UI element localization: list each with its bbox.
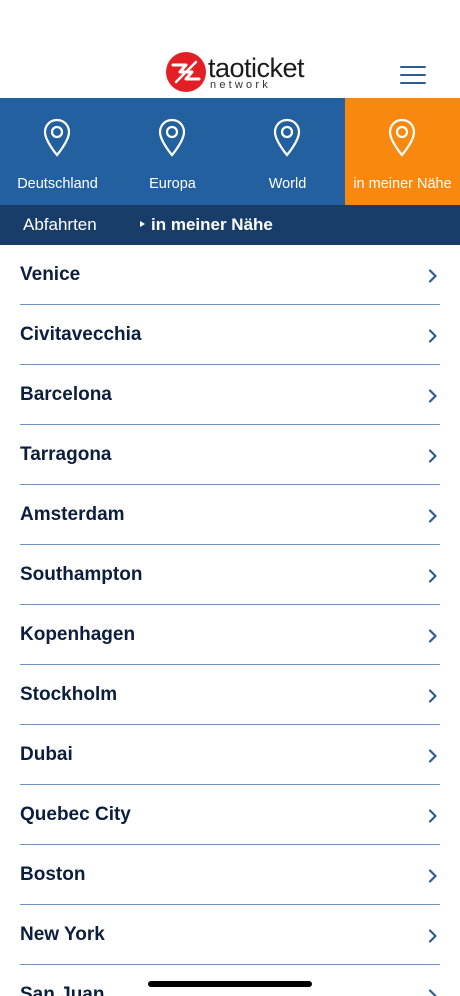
city-name: New York (20, 924, 105, 945)
list-item[interactable]: Kopenhagen (20, 605, 440, 665)
chevron-right-icon (428, 329, 437, 343)
tab-label: Europa (149, 176, 196, 192)
city-name: Boston (20, 864, 86, 885)
city-name: Venice (20, 264, 81, 285)
city-name: San Juan (20, 984, 105, 996)
city-name: Tarragona (20, 444, 112, 465)
city-name: Barcelona (20, 384, 112, 405)
chevron-right-icon (428, 689, 437, 703)
tab-europa[interactable]: Europa (115, 98, 230, 205)
logo-mark (166, 52, 206, 92)
tab-label: World (268, 176, 307, 192)
location-pin-icon (273, 118, 301, 157)
taoticket-logo[interactable]: taoticket network (166, 52, 305, 94)
breadcrumb-separator-icon (140, 221, 145, 227)
location-pin-icon (158, 118, 186, 157)
list-item[interactable]: Southampton (20, 545, 440, 605)
chevron-right-icon (428, 809, 437, 823)
chevron-right-icon (428, 869, 437, 883)
logo-wordmark: taoticket (208, 53, 305, 83)
chevron-right-icon (428, 749, 437, 763)
city-name: Amsterdam (20, 504, 125, 525)
city-name: Southampton (20, 564, 143, 585)
city-name: Quebec City (20, 804, 131, 825)
hamburger-menu-icon[interactable] (398, 64, 428, 86)
city-name: Kopenhagen (20, 624, 136, 645)
chevron-right-icon (428, 929, 437, 943)
list-item[interactable]: Civitavecchia (20, 305, 440, 365)
list-item[interactable]: Boston (20, 845, 440, 905)
list-item[interactable]: Tarragona (20, 425, 440, 485)
city-name: Civitavecchia (20, 324, 142, 345)
chevron-right-icon (428, 989, 437, 996)
chevron-right-icon (428, 389, 437, 403)
tab-label: in meiner Nähe (353, 176, 452, 192)
logo-subtitle: network (210, 79, 271, 91)
list-item[interactable]: New York (20, 905, 440, 965)
tab-deutschland[interactable]: Deutschland (0, 98, 115, 205)
app-header: taoticket network (0, 0, 460, 98)
chevron-right-icon (428, 629, 437, 643)
breadcrumb-home-link[interactable]: Abfahrten (23, 215, 97, 235)
chevron-right-icon (428, 449, 437, 463)
chevron-right-icon (428, 509, 437, 523)
list-item[interactable]: Venice (20, 245, 440, 305)
breadcrumb: Abfahrten in meiner Nähe (0, 205, 460, 245)
home-indicator[interactable] (148, 981, 312, 987)
chevron-right-icon (428, 269, 437, 283)
tab-label: Deutschland (17, 176, 98, 192)
list-item[interactable]: Stockholm (20, 665, 440, 725)
chevron-right-icon (428, 569, 437, 583)
city-name: Dubai (20, 744, 73, 765)
location-pin-icon (43, 118, 71, 157)
tab-world[interactable]: World (230, 98, 345, 205)
list-item[interactable]: Quebec City (20, 785, 440, 845)
breadcrumb-current: in meiner Nähe (151, 215, 273, 234)
list-item[interactable]: Amsterdam (20, 485, 440, 545)
tab-in-meiner-naehe[interactable]: in meiner Nähe (345, 98, 460, 205)
list-item[interactable]: Barcelona (20, 365, 440, 425)
region-tab-bar: Deutschland Europa World in meiner Nähe (0, 98, 460, 205)
city-name: Stockholm (20, 684, 118, 705)
location-pin-icon (388, 118, 416, 157)
list-item[interactable]: Dubai (20, 725, 440, 785)
city-list: Venice Civitavecchia Barcelona Tarragona Ams… (0, 245, 460, 996)
